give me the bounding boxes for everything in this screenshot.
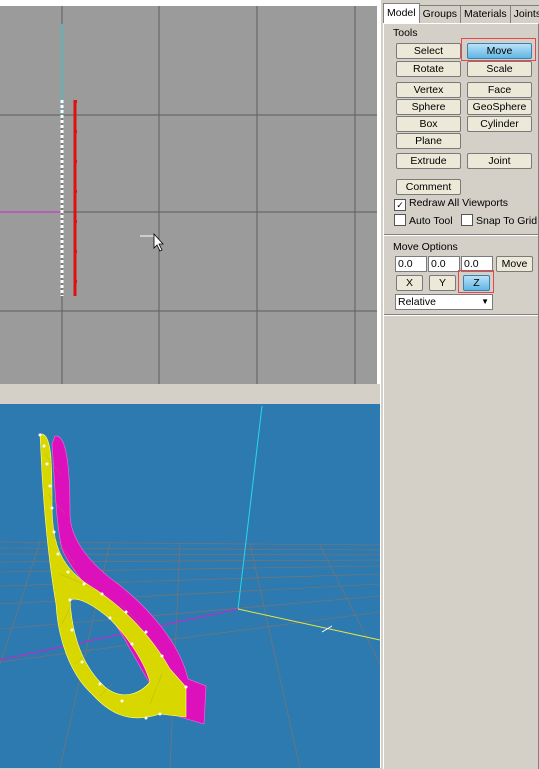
plane-button[interactable]: Plane — [396, 133, 461, 149]
cylinder-button[interactable]: Cylinder — [467, 116, 532, 132]
tab-materials[interactable]: Materials — [460, 5, 511, 23]
tools-heading: Tools — [393, 27, 418, 39]
geosphere-button[interactable]: GeoSphere — [467, 99, 532, 115]
model-tab-body: Tools Select Move Rotate Scale Vertex Fa… — [383, 23, 539, 769]
viewport-area — [0, 0, 380, 768]
move-highlight-box — [461, 38, 536, 61]
rotate-button[interactable]: Rotate — [396, 61, 461, 77]
extrude-button[interactable]: Extrude — [396, 153, 461, 169]
vertex-button[interactable]: Vertex — [396, 82, 461, 98]
section-divider — [384, 234, 538, 236]
move-x-field[interactable]: 0.0 — [395, 256, 427, 272]
box-button[interactable]: Box — [396, 116, 461, 132]
tab-joints[interactable]: Joints — [509, 5, 539, 23]
section-divider — [384, 314, 538, 316]
side-panel: Model Groups Materials Joints Tools Sele… — [380, 0, 539, 769]
checkmark-icon: ✓ — [394, 199, 406, 211]
redraw-all-label: Redraw All Viewports — [409, 197, 509, 209]
snap-to-grid-label: Snap To Grid — [476, 215, 538, 227]
chevron-down-icon: ▼ — [481, 297, 489, 306]
scale-button[interactable]: Scale — [467, 61, 532, 77]
move-mode-value: Relative — [398, 296, 436, 308]
face-button[interactable]: Face — [467, 82, 532, 98]
top-viewport[interactable] — [0, 0, 380, 384]
tab-model[interactable]: Model — [383, 3, 420, 23]
move-y-field[interactable]: 0.0 — [428, 256, 460, 272]
auto-tool-label: Auto Tool — [409, 215, 453, 227]
z-highlight-box — [458, 270, 494, 293]
auto-tool-checkbox[interactable]: Auto Tool — [394, 214, 453, 227]
top-viewport-bg — [0, 6, 377, 384]
checkbox-empty-icon — [461, 214, 473, 226]
comment-button[interactable]: Comment — [396, 179, 461, 195]
tab-groups[interactable]: Groups — [418, 5, 462, 23]
joint-button[interactable]: Joint — [467, 153, 532, 169]
sphere-button[interactable]: Sphere — [396, 99, 461, 115]
axis-y-button[interactable]: Y — [429, 275, 456, 291]
apply-move-button[interactable]: Move — [496, 256, 533, 272]
checkbox-empty-icon — [394, 214, 406, 226]
panel-tabs: Model Groups Materials Joints — [383, 3, 539, 24]
perspective-viewport-canvas[interactable] — [0, 404, 380, 768]
perspective-viewport[interactable] — [0, 404, 380, 768]
redraw-all-checkbox[interactable]: ✓ Redraw All Viewports — [394, 197, 509, 211]
select-button[interactable]: Select — [396, 43, 461, 59]
axis-x-button[interactable]: X — [396, 275, 423, 291]
move-mode-dropdown[interactable]: Relative ▼ — [395, 294, 493, 310]
move-options-heading: Move Options — [393, 241, 458, 253]
top-viewport-canvas[interactable] — [0, 0, 380, 384]
snap-to-grid-checkbox[interactable]: Snap To Grid — [461, 214, 537, 227]
